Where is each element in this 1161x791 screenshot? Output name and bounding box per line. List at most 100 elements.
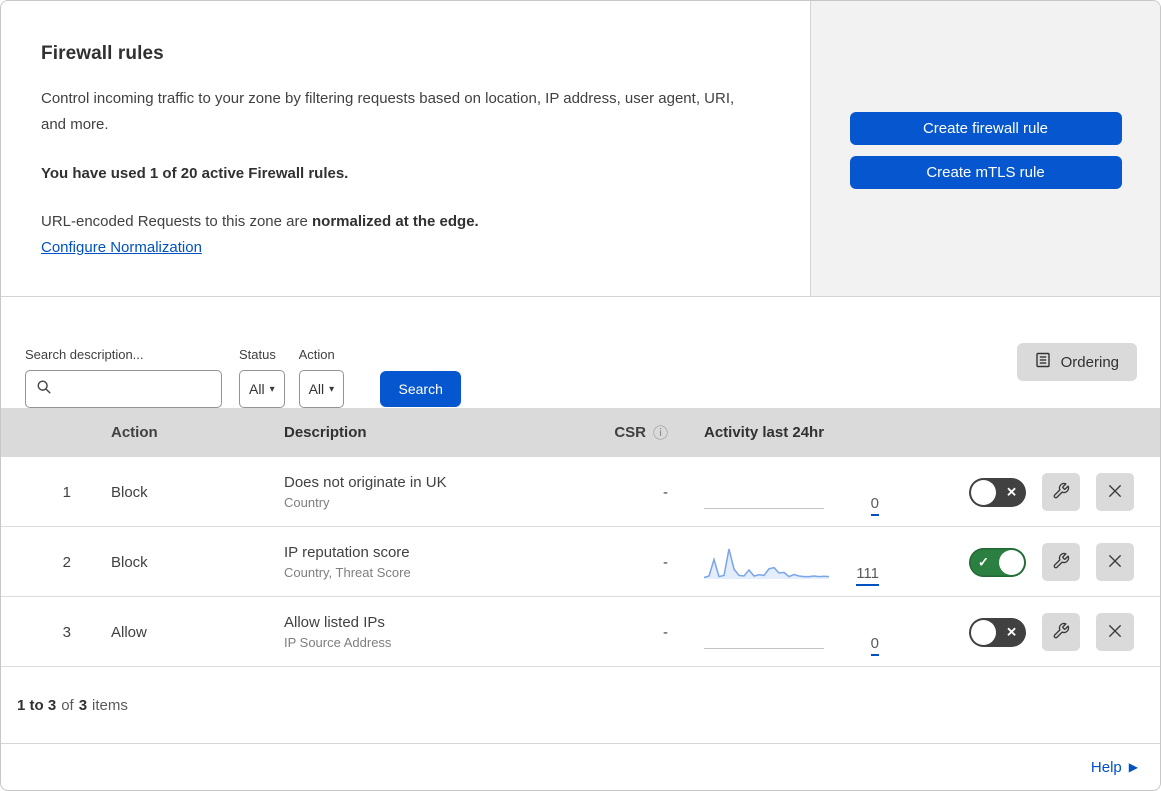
rule-description: Does not originate in UK <box>284 474 447 491</box>
rule-description-cell: IP reputation score Country, Threat Scor… <box>270 544 590 580</box>
rule-fields: Country <box>284 495 330 510</box>
close-icon <box>1106 552 1124 573</box>
header-section: Firewall rules Control incoming traffic … <box>1 1 1160 297</box>
rule-controls: ✕ <box>931 613 1160 651</box>
rule-controls: ✕ <box>931 473 1160 511</box>
info-icon[interactable]: ⓘ <box>653 422 668 443</box>
activity-count-box: 111 <box>849 565 879 586</box>
edit-rule-button[interactable] <box>1042 613 1080 651</box>
activity-sparkline <box>704 543 829 583</box>
pagination-total: 3 <box>78 696 88 714</box>
csr-column-header: CSR ⓘ <box>590 422 678 443</box>
chevron-down-icon: ▾ <box>329 383 335 395</box>
ordering-label: Ordering <box>1060 353 1119 371</box>
table-row: 3 Allow Allow listed IPs IP Source Addre… <box>1 597 1160 667</box>
rule-fields: Country, Threat Score <box>284 565 411 580</box>
activity-count-link[interactable]: 0 <box>870 635 879 656</box>
table-row: 1 Block Does not originate in UK Country… <box>1 457 1160 527</box>
delete-rule-button[interactable] <box>1096 613 1134 651</box>
status-label: Status <box>239 347 276 362</box>
pagination-items: items <box>92 696 128 714</box>
activity-count-box: 0 <box>849 495 879 516</box>
search-input[interactable] <box>25 370 222 408</box>
delete-rule-button[interactable] <box>1096 473 1134 511</box>
help-bar: Help ▶ <box>1 743 1160 790</box>
page-description: Control incoming traffic to your zone by… <box>41 90 735 133</box>
csr-header-label: CSR <box>614 424 646 441</box>
chevron-down-icon: ▾ <box>269 383 275 395</box>
rule-priority: 1 <box>62 483 71 501</box>
rule-action: Block <box>111 553 148 571</box>
rule-description-cell: Allow listed IPs IP Source Address <box>270 614 590 650</box>
rule-enabled-toggle[interactable]: ✕ <box>969 617 1026 647</box>
status-value: All <box>249 381 265 397</box>
activity-sparkline <box>704 613 829 653</box>
action-column-header: Action <box>111 424 158 441</box>
toggle-state-icon: ✓ <box>978 554 989 570</box>
rule-description: Allow listed IPs <box>284 614 385 631</box>
search-group: Search description... <box>25 347 222 408</box>
rule-enabled-toggle[interactable]: ✓ <box>969 547 1026 577</box>
rule-csr-value: - <box>663 623 668 641</box>
arrow-right-icon: ▶ <box>1128 760 1138 774</box>
table-header: Action Description CSR ⓘ Activity last 2… <box>1 408 1160 457</box>
status-dropdown[interactable]: All ▾ <box>239 370 285 408</box>
toggle-state-icon: ✕ <box>1006 484 1017 500</box>
normalization-text: URL-encoded Requests to this zone are <box>41 213 312 230</box>
rule-priority: 3 <box>62 623 71 641</box>
search-button[interactable]: Search <box>380 371 462 407</box>
list-icon <box>1035 352 1051 372</box>
header-actions-area: Create firewall rule Create mTLS rule <box>811 1 1160 296</box>
filter-bar: Search description... Status All ▾ Actio… <box>1 297 1160 408</box>
close-icon <box>1106 482 1124 503</box>
help-label: Help <box>1090 758 1122 776</box>
activity-count-link[interactable]: 0 <box>870 495 879 516</box>
description-column-header: Description <box>284 424 367 441</box>
create-mtls-rule-button[interactable]: Create mTLS rule <box>849 156 1122 189</box>
create-firewall-rule-button[interactable]: Create firewall rule <box>849 112 1122 145</box>
toggle-state-icon: ✕ <box>1006 624 1017 640</box>
page-title: Firewall rules <box>41 43 164 64</box>
wrench-icon <box>1052 622 1070 643</box>
rule-controls: ✓ <box>931 543 1160 581</box>
rule-activity-cell: 111 <box>678 527 931 597</box>
ordering-button[interactable]: Ordering <box>1016 343 1137 381</box>
wrench-icon <box>1052 482 1070 503</box>
rule-description: IP reputation score <box>284 544 410 561</box>
rule-action: Allow <box>111 623 147 641</box>
rule-description-cell: Does not originate in UK Country <box>270 474 590 510</box>
activity-sparkline <box>704 473 829 513</box>
rule-csr-value: - <box>663 483 668 501</box>
activity-count-box: 0 <box>849 635 879 656</box>
pagination-of: of <box>61 696 74 714</box>
help-link[interactable]: Help ▶ <box>1091 759 1138 776</box>
edit-rule-button[interactable] <box>1042 473 1080 511</box>
header-text-area: Firewall rules Control incoming traffic … <box>1 1 811 296</box>
search-label: Search description... <box>25 347 144 362</box>
action-label: Action <box>298 347 335 362</box>
toggle-knob <box>999 549 1024 575</box>
normalization-bold-text: normalized at the edge. <box>312 213 479 230</box>
wrench-icon <box>1052 552 1070 573</box>
edit-rule-button[interactable] <box>1042 543 1080 581</box>
action-dropdown[interactable]: All ▾ <box>298 370 345 408</box>
action-value: All <box>308 381 325 397</box>
normalization-note: URL-encoded Requests to this zone are no… <box>41 213 770 230</box>
delete-rule-button[interactable] <box>1096 543 1134 581</box>
rule-priority: 2 <box>62 553 71 571</box>
pagination-range: 1 to 3 <box>17 696 57 714</box>
rule-activity-cell: 0 <box>678 457 931 527</box>
configure-normalization-link[interactable]: Configure Normalization <box>41 239 202 256</box>
table-row: 2 Block IP reputation score Country, Thr… <box>1 527 1160 597</box>
rule-fields: IP Source Address <box>284 635 392 650</box>
toggle-knob <box>971 479 996 505</box>
rule-activity-cell: 0 <box>678 597 931 667</box>
activity-count-link[interactable]: 111 <box>856 565 879 586</box>
rule-action: Block <box>111 483 148 501</box>
rule-enabled-toggle[interactable]: ✕ <box>969 477 1026 507</box>
status-filter-group: Status All ▾ <box>239 347 285 408</box>
usage-note: You have used 1 of 20 active Firewall ru… <box>41 165 349 182</box>
action-filter-group: Action All ▾ <box>298 347 345 408</box>
firewall-rules-panel: Firewall rules Control incoming traffic … <box>0 0 1161 791</box>
search-icon <box>36 379 52 400</box>
